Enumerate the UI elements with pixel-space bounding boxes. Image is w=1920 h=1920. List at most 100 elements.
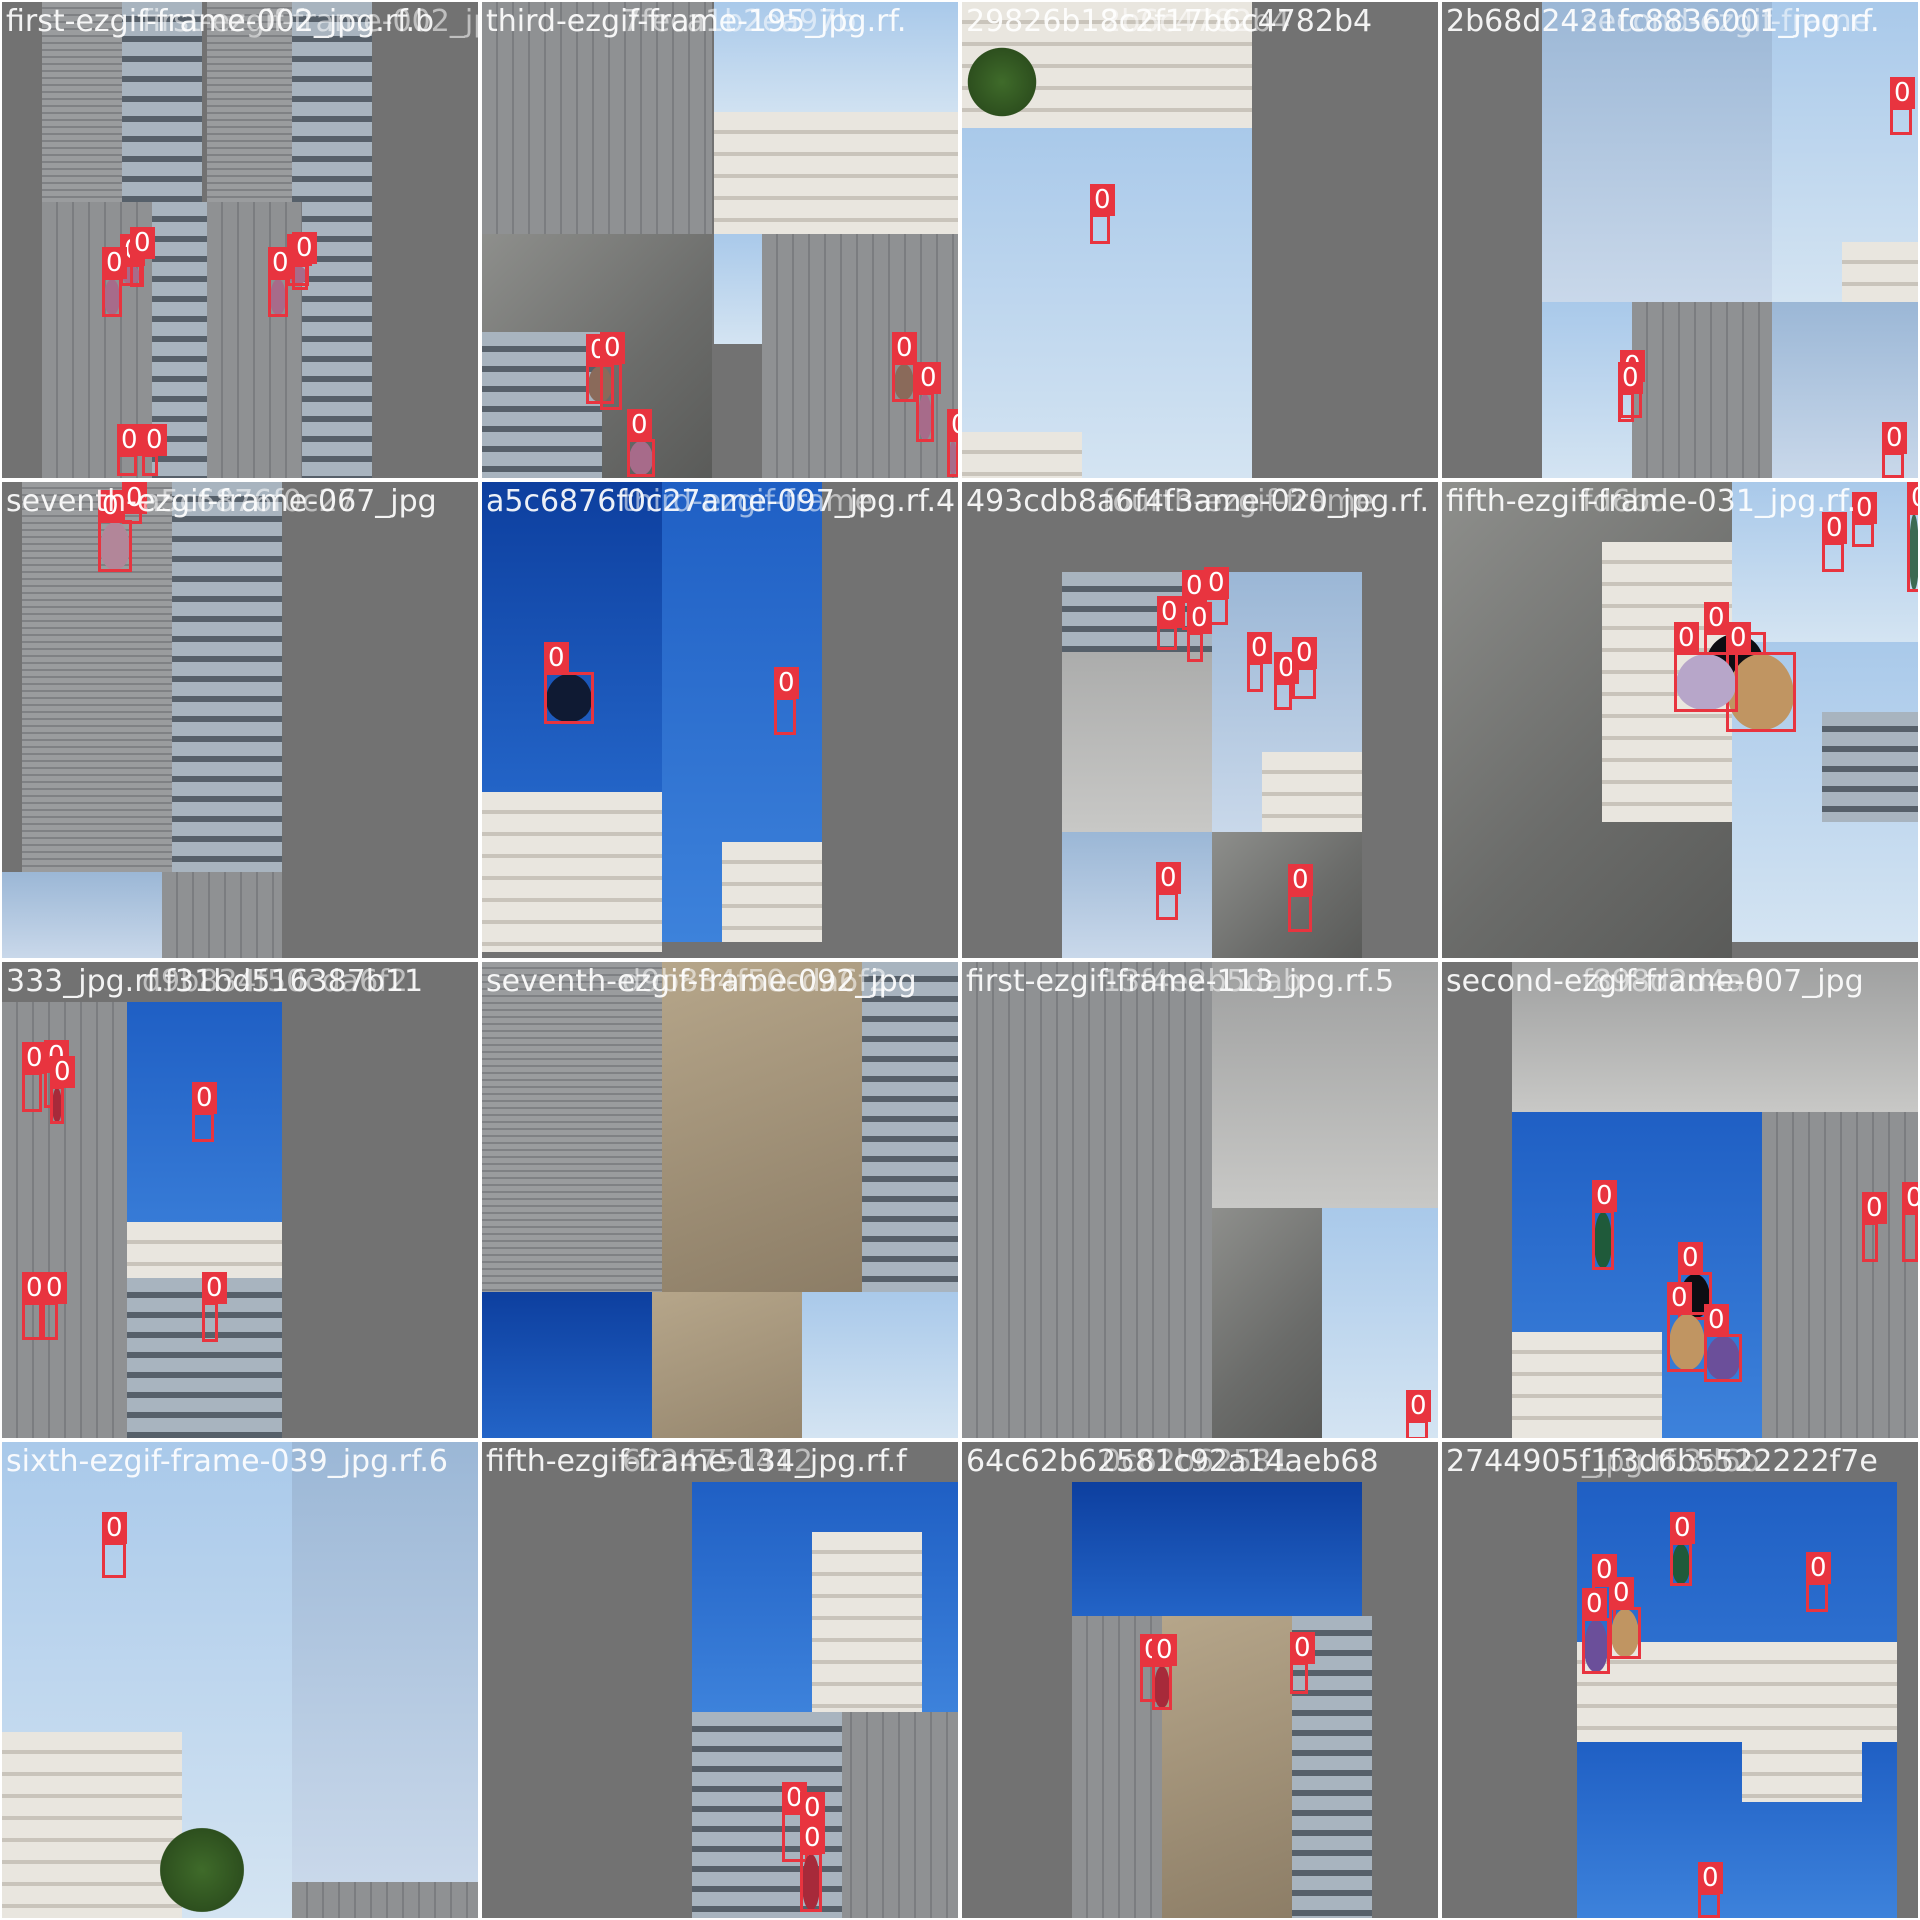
tile-filename-overlap: d9b834f50cda6f2 [622,964,888,999]
detection-label: 0 [1907,482,1918,514]
image-patch [962,42,1042,122]
image-patch [1822,712,1918,822]
detection-box [892,362,916,402]
detection-label: 0 [192,1082,217,1114]
tile-filename-overlap: 0c62b62581 [1102,1444,1291,1479]
detection-label: 0 [1592,1180,1617,1212]
tile-filename-overlap: 7feca1b2ea97b [622,4,857,39]
image-patch [1072,1482,1362,1616]
detection-label: 0 [544,642,569,674]
mosaic-tile: 0 first-ezgif-frame-113_jpg.rf.5 13f4e2b5d… [962,962,1438,1438]
image-patch [292,1442,478,1882]
image-patch [152,1822,252,1918]
image-patch [1742,1732,1862,1802]
image-patch [1762,1112,1918,1438]
detection-box [1288,894,1312,932]
tile-image: 0000000 [2,962,478,1438]
mosaic-tile: 0 0 0 0 0 0 second-ezgif-frame-007_jpg f898d2d4… [1442,962,1918,1438]
tile-filename-overlap: 622475d412 [622,1444,813,1479]
image-patch [2,872,162,958]
detection-box [102,277,122,317]
detection-label: 0 [1582,1588,1607,1620]
detection-label: 0 [202,1272,227,1304]
tile-filename-overlap: first-ezgif-frame-002_jpg.rf.b [142,4,478,39]
tile-image: 0 [2,1442,478,1918]
image-patch [962,1208,1212,1438]
tile-filename-label: sixth-ezgif-frame-039_jpg.rf.6 [6,1444,448,1479]
detection-box [142,454,158,476]
mosaic-tile: 00000000first-ezgif-frame-002_jpg.rf.bfi… [2,2,478,478]
detection-label: 0 [774,667,799,699]
image-patch [1062,832,1212,958]
detection-box [42,1302,58,1340]
image-patch [802,1292,958,1438]
image-patch [482,792,662,952]
detection-box [202,1302,218,1342]
image-patch [482,482,662,792]
mosaic-tile: 0 sixth-ezgif-frame-039_jpg.rf.6 [2,1442,478,1918]
detection-box [1806,1582,1828,1612]
detection-box [192,1112,214,1142]
detection-box [1290,1662,1308,1694]
image-patch [292,1882,478,1918]
detection-label: 0 [117,424,142,456]
detection-label: 0 [1204,567,1229,599]
detection-label: 0 [1292,637,1317,669]
mosaic-tile: 0 0 seventh-ezgif-frame-067_jpg a5c6876f0c2… [2,482,478,958]
detection-label: 0 [800,1792,825,1824]
image-patch [127,1222,282,1278]
detection-box [600,362,622,410]
detection-label: 0 [1406,1390,1431,1422]
detection-label: 0 [892,332,917,364]
tile-image: 0 [962,2,1438,478]
detection-box [947,439,958,477]
image-patch [1212,1208,1322,1438]
detection-box [544,672,594,724]
detection-box [1852,522,1874,547]
image-patch [662,962,862,1292]
detection-label: 0 [1726,622,1751,654]
image-patch [482,332,602,478]
detection-label: 0 [947,409,958,441]
image-patch [1632,302,1772,478]
detection-box [1890,107,1912,135]
detection-label: 0 [1862,1192,1887,1224]
mosaic-tile: 0 0 0 0 0 0 2744905f1f3d6b5522222f7e _jpg.rf.3d… [1442,1442,1918,1918]
detection-label: 0 [102,247,127,279]
detection-label: 0 [1609,1577,1634,1609]
detection-label: 0 [1187,602,1212,634]
detection-label: 0 [1902,1182,1918,1214]
detection-box [292,262,308,290]
detection-label: 0 [1806,1552,1831,1584]
image-patch [22,482,172,872]
detection-label: 0 [1182,570,1207,602]
tile-filename-overlap: f898d2d4a8 [1582,964,1764,999]
tile-filename-overlap: d9b834f50cda6f2 [142,964,408,999]
detection-label: 0 [1247,632,1272,664]
detection-box [1882,452,1904,478]
tile-image: 00000000 [2,2,478,478]
detection-box [1157,626,1177,650]
image-patch [722,842,822,942]
tile-filename-overlap: second-ezgif-frame [1582,4,1871,39]
detection-label: 0 [800,1822,825,1854]
detection-label: 0 [1152,1634,1177,1666]
detection-box [1592,1210,1614,1270]
image-patch [962,128,1252,478]
detection-label: 0 [22,1042,47,1074]
detection-label: 0 [1618,362,1643,394]
mosaic-tile: 0 0 0 fifth-ezgif-frame-134_jpg.rf.f 622475d… [482,1442,958,1918]
image-patch [962,432,1082,478]
detection-box [268,277,288,317]
detection-box [1902,1212,1918,1262]
tile-filename-overlap: 13f4e2b5dab [1102,964,1302,999]
detection-label: 0 [1670,1512,1695,1544]
tile-image: 000000 [1442,1442,1918,1918]
tile-image [482,962,958,1438]
detection-box [1609,1607,1641,1659]
tile-filename-overlap: a5c6876f0c27 [142,484,357,519]
detection-box [1862,1222,1878,1262]
tile-filename-overlap: fourth-ezgif-frame [1102,484,1375,519]
detection-box [1292,667,1316,699]
detection-label: 0 [1704,1304,1729,1336]
